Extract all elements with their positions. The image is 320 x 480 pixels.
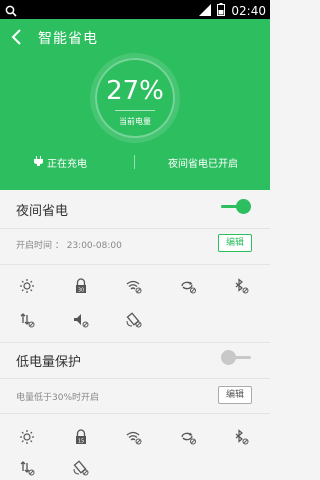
auto-rotate-off-icon xyxy=(126,312,142,328)
clock: 02:40 xyxy=(231,3,266,18)
charging-icon xyxy=(34,156,43,169)
sync-off-icon xyxy=(180,429,196,445)
auto-rotate-off-icon xyxy=(73,460,89,476)
divider xyxy=(0,413,270,414)
brightness-icon xyxy=(19,429,35,445)
battery-percent: 27% xyxy=(106,76,164,106)
mobile-data-off-icon xyxy=(19,312,35,328)
divider xyxy=(0,378,270,379)
header: 智能省电 27% 当前电量 正在充电 夜间省电已开启 xyxy=(0,19,270,190)
low-battery-threshold: 电量低于30%时开启 xyxy=(16,393,100,403)
page-title: 智能省电 xyxy=(38,31,98,47)
status-bar: 02:40 xyxy=(0,0,270,19)
low-battery-edit-button[interactable]: 编辑 xyxy=(218,386,252,404)
mobile-data-off-icon xyxy=(19,460,35,476)
battery-label: 当前电量 xyxy=(119,117,151,126)
night-mode-status: 夜间省电已开启 xyxy=(168,159,238,170)
charging-text: 正在充电 xyxy=(47,159,87,170)
night-saving-time: 开启时间 ： 23:00-08:00 xyxy=(16,241,122,251)
divider xyxy=(0,264,270,265)
divider xyxy=(0,342,270,343)
battery-gauge: 27% 当前电量 xyxy=(90,53,180,143)
signal-icon xyxy=(199,1,212,20)
night-saving-icons-row-1: 30 xyxy=(0,278,270,298)
divider xyxy=(134,155,135,169)
sync-off-icon xyxy=(180,278,196,294)
low-battery-title: 低电量保护 xyxy=(16,355,82,370)
back-icon[interactable] xyxy=(8,27,28,47)
wifi-off-icon xyxy=(126,278,142,294)
wifi-off-icon xyxy=(126,429,142,445)
divider xyxy=(0,228,270,229)
charging-status: 正在充电 xyxy=(34,155,87,170)
svg-text:15: 15 xyxy=(78,438,84,444)
low-battery-icons-row-1: 15 xyxy=(0,429,270,449)
sound-off-icon xyxy=(73,312,89,328)
night-saving-edit-button[interactable]: 编辑 xyxy=(218,234,252,252)
bluetooth-off-icon xyxy=(233,278,249,294)
brightness-icon xyxy=(19,278,35,294)
low-battery-toggle[interactable] xyxy=(221,350,251,366)
battery-icon xyxy=(217,1,226,20)
svg-text:30: 30 xyxy=(78,287,84,293)
night-saving-title: 夜间省电 xyxy=(16,204,69,219)
night-saving-toggle[interactable] xyxy=(221,199,251,215)
low-battery-icons-row-2 xyxy=(0,460,270,480)
screen-timeout-icon: 30 xyxy=(73,278,89,294)
bluetooth-off-icon xyxy=(233,429,249,445)
night-saving-icons-row-2 xyxy=(0,312,270,332)
screen-timeout-icon: 15 xyxy=(73,429,89,445)
